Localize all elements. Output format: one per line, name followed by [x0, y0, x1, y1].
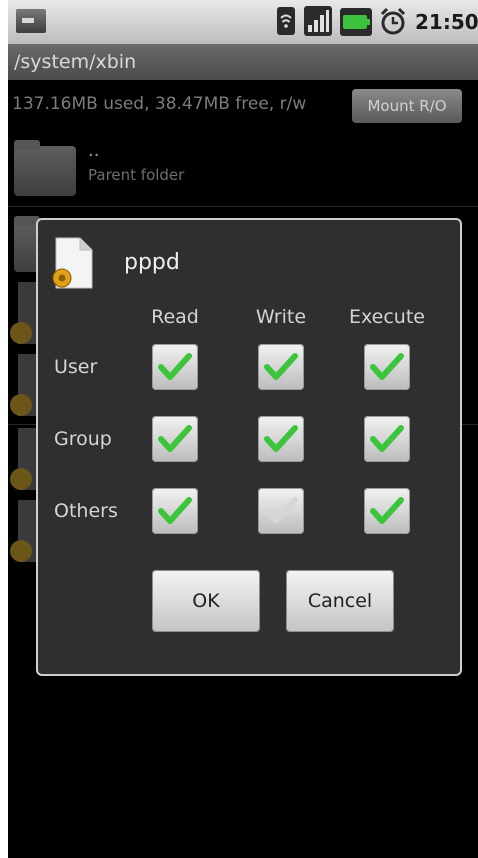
- battery-icon: [340, 8, 372, 36]
- checkmark-icon: [370, 425, 404, 452]
- signal-icon: [304, 6, 332, 36]
- others-execute-checkbox[interactable]: [364, 488, 410, 534]
- storage-info-text: 137.16MB used, 38.47MB free, r/w: [12, 94, 307, 114]
- column-header-write: Write: [255, 306, 307, 328]
- checkmark-icon: [264, 425, 298, 452]
- group-execute-checkbox[interactable]: [364, 416, 410, 462]
- cancel-button[interactable]: Cancel: [286, 570, 394, 632]
- others-write-checkbox[interactable]: [258, 488, 304, 534]
- ok-button[interactable]: OK: [152, 570, 260, 632]
- status-bar: 21:50: [8, 0, 478, 44]
- column-header-execute: Execute: [349, 306, 425, 328]
- group-read-checkbox[interactable]: [152, 416, 198, 462]
- status-time: 21:50: [415, 10, 478, 34]
- column-header-read: Read: [151, 306, 199, 328]
- checkmark-icon: [158, 497, 192, 524]
- alarm-icon: [380, 7, 406, 35]
- checkmark-icon: [158, 425, 192, 452]
- storage-info-bar: 137.16MB used, 38.47MB free, r/w Mount R…: [8, 84, 478, 128]
- current-path: /system/xbin: [8, 44, 478, 80]
- mount-button[interactable]: Mount R/O: [352, 89, 462, 123]
- folder-icon: [14, 140, 76, 196]
- list-divider: [8, 206, 478, 207]
- checkmark-icon: [370, 353, 404, 380]
- file-icon: [52, 237, 93, 289]
- screen: 21:50 /system/xbin 137.16MB used, 38.47M…: [8, 0, 478, 858]
- list-item[interactable]: .. Parent folder: [8, 134, 478, 206]
- user-execute-checkbox[interactable]: [364, 344, 410, 390]
- user-write-checkbox[interactable]: [258, 344, 304, 390]
- others-read-checkbox[interactable]: [152, 488, 198, 534]
- dialog-title: pppd: [124, 250, 180, 275]
- settings-badge-icon: [10, 394, 32, 416]
- settings-badge-icon: [10, 540, 32, 562]
- checkmark-icon: [158, 353, 192, 380]
- settings-badge-icon: [10, 468, 32, 490]
- checkmark-icon: [370, 497, 404, 524]
- group-write-checkbox[interactable]: [258, 416, 304, 462]
- permissions-dialog: pppd Read Write Execute User Group Other…: [36, 218, 462, 676]
- row-label-group: Group: [54, 428, 112, 450]
- row-label-others: Others: [54, 500, 118, 522]
- checkmark-icon: [264, 497, 298, 524]
- list-item-subtitle: Parent folder: [88, 166, 185, 184]
- wifi-icon: [277, 7, 295, 35]
- checkmark-icon: [264, 353, 298, 380]
- settings-badge-icon: [10, 322, 32, 344]
- app-notification-icon: [16, 9, 46, 33]
- user-read-checkbox[interactable]: [152, 344, 198, 390]
- list-item-name: ..: [88, 140, 100, 161]
- row-label-user: User: [54, 356, 98, 378]
